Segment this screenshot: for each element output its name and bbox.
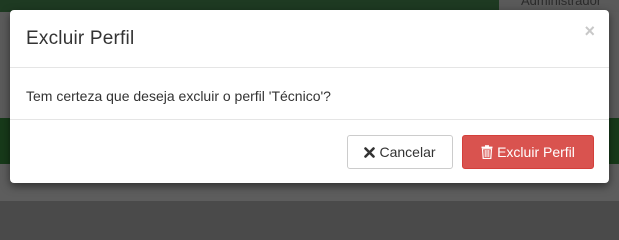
times-icon [364,146,376,158]
cancel-button-label: Cancelar [379,144,436,160]
modal-header: Excluir Perfil × [10,10,609,68]
delete-profile-button-label: Excluir Perfil [497,144,575,160]
trash-icon [481,145,493,159]
confirm-delete-modal: Excluir Perfil × Tem certeza que deseja … [10,10,609,183]
modal-title: Excluir Perfil [26,28,135,49]
cancel-button[interactable]: Cancelar [347,135,453,169]
modal-footer: Cancelar Excluir Perfil [10,120,609,183]
confirmation-message: Tem certeza que deseja excluir o perfil … [26,88,331,104]
modal-body: Tem certeza que deseja excluir o perfil … [10,68,609,120]
close-button[interactable]: × [584,22,595,40]
delete-profile-button[interactable]: Excluir Perfil [462,135,594,169]
background-user-label: Administrador [521,0,602,8]
